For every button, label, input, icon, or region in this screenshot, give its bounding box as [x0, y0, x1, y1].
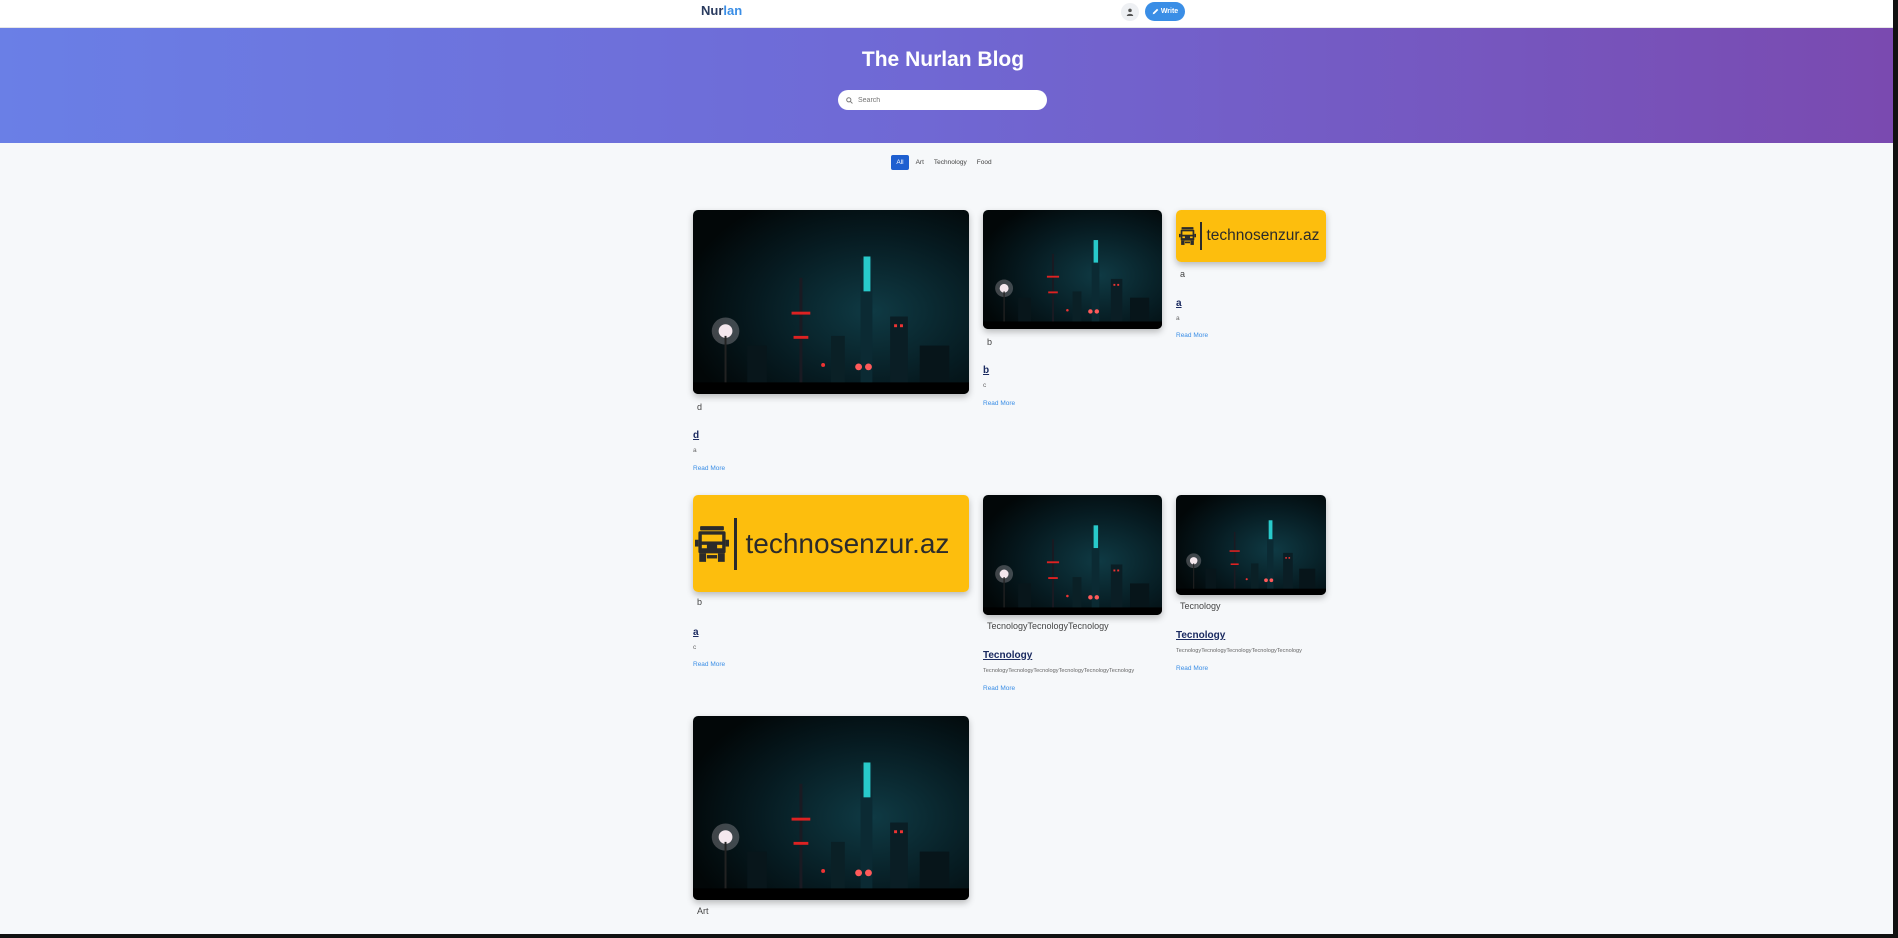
top-navbar: Nurlan Write — [0, 0, 1893, 28]
post-title[interactable]: b — [983, 365, 989, 376]
read-more-link[interactable]: Read More — [1176, 665, 1208, 672]
write-post-button[interactable]: Write — [1145, 2, 1185, 21]
read-more-link[interactable]: Read More — [983, 685, 1015, 692]
search-bar[interactable] — [838, 90, 1047, 110]
post-card[interactable]: technosenzur.az a a a Read More — [1176, 210, 1326, 345]
post-category-tag: b — [697, 597, 703, 607]
truck-icon — [695, 518, 729, 570]
technosenzur-logo-image: technosenzur.az — [1176, 210, 1326, 262]
brand-name-part1: Nur — [701, 3, 724, 18]
post-card[interactable]: Tecnology Tecnology TecnologyTecnologyTe… — [1176, 495, 1331, 675]
post-category-tag: a — [1180, 269, 1186, 279]
post-title[interactable]: d — [693, 430, 699, 441]
hero-banner: The Nurlan Blog — [0, 28, 1893, 143]
post-category-tag: TecnologyTecnologyTecnology — [987, 621, 1109, 631]
post-excerpt: a — [1176, 315, 1180, 322]
logo-divider — [1200, 222, 1202, 250]
logo-text: technosenzur.az — [1206, 227, 1320, 244]
city-night-image — [1176, 495, 1326, 595]
brand-name-part2: lan — [723, 3, 743, 18]
post-title[interactable]: a — [693, 627, 699, 638]
post-title[interactable]: Tecnology — [983, 650, 1032, 661]
post-image[interactable]: technosenzur.az — [1176, 210, 1326, 262]
city-night-image — [983, 495, 1162, 615]
post-title[interactable]: a — [1176, 298, 1182, 309]
read-more-link[interactable]: Read More — [693, 661, 725, 668]
write-button-label: Write — [1160, 8, 1179, 15]
window-border-bottom — [0, 934, 1898, 938]
post-card[interactable]: b b c Read More — [983, 210, 1162, 410]
read-more-link[interactable]: Read More — [1176, 332, 1208, 339]
category-filter: All Art Technology Food — [0, 155, 1886, 170]
window-border-right — [1893, 0, 1898, 938]
post-image[interactable] — [693, 716, 969, 900]
truck-icon — [1179, 222, 1196, 250]
post-image[interactable]: technosenzur.az — [693, 495, 969, 592]
post-card[interactable]: TecnologyTecnologyTecnology Tecnology Te… — [983, 495, 1168, 695]
page-title: The Nurlan Blog — [861, 48, 1025, 71]
read-more-link[interactable]: Read More — [983, 400, 1015, 407]
category-art[interactable]: Art — [913, 155, 927, 170]
post-excerpt: a — [693, 447, 697, 454]
user-profile-button[interactable] — [1121, 3, 1139, 21]
post-card[interactable]: Art — [693, 716, 969, 921]
pencil-icon — [1152, 8, 1159, 15]
post-excerpt: TecnologyTecnologyTecnologyTecnologyTecn… — [983, 668, 1135, 674]
city-night-image — [693, 210, 969, 394]
category-food[interactable]: Food — [974, 155, 995, 170]
post-card[interactable]: technosenzur.az b a c Read More — [693, 495, 969, 675]
technosenzur-logo-image: technosenzur.az — [693, 495, 969, 592]
category-technology[interactable]: Technology — [931, 155, 970, 170]
logo-divider — [734, 517, 737, 570]
post-card[interactable]: d d a Read More — [693, 210, 969, 480]
post-excerpt: c — [983, 382, 987, 389]
post-category-tag: d — [697, 402, 703, 412]
city-night-image — [983, 210, 1162, 329]
post-excerpt: TecnologyTecnologyTecnologyTecnologyTecn… — [1176, 648, 1302, 654]
post-category-tag: Tecnology — [1180, 601, 1221, 611]
user-icon — [1126, 8, 1134, 16]
post-title[interactable]: Tecnology — [1176, 630, 1225, 641]
search-input[interactable] — [858, 96, 1028, 104]
post-excerpt: c — [693, 644, 697, 651]
post-image[interactable] — [983, 495, 1162, 615]
post-category-tag: Art — [697, 906, 709, 916]
read-more-link[interactable]: Read More — [693, 465, 725, 472]
post-category-tag: b — [987, 337, 993, 347]
brand-logo[interactable]: Nurlan — [701, 3, 742, 18]
category-all[interactable]: All — [891, 155, 909, 170]
city-night-image — [693, 716, 969, 900]
post-image[interactable] — [983, 210, 1162, 329]
logo-text: technosenzur.az — [745, 527, 950, 559]
search-icon — [846, 96, 853, 104]
post-image[interactable] — [1176, 495, 1326, 595]
post-image[interactable] — [693, 210, 969, 394]
